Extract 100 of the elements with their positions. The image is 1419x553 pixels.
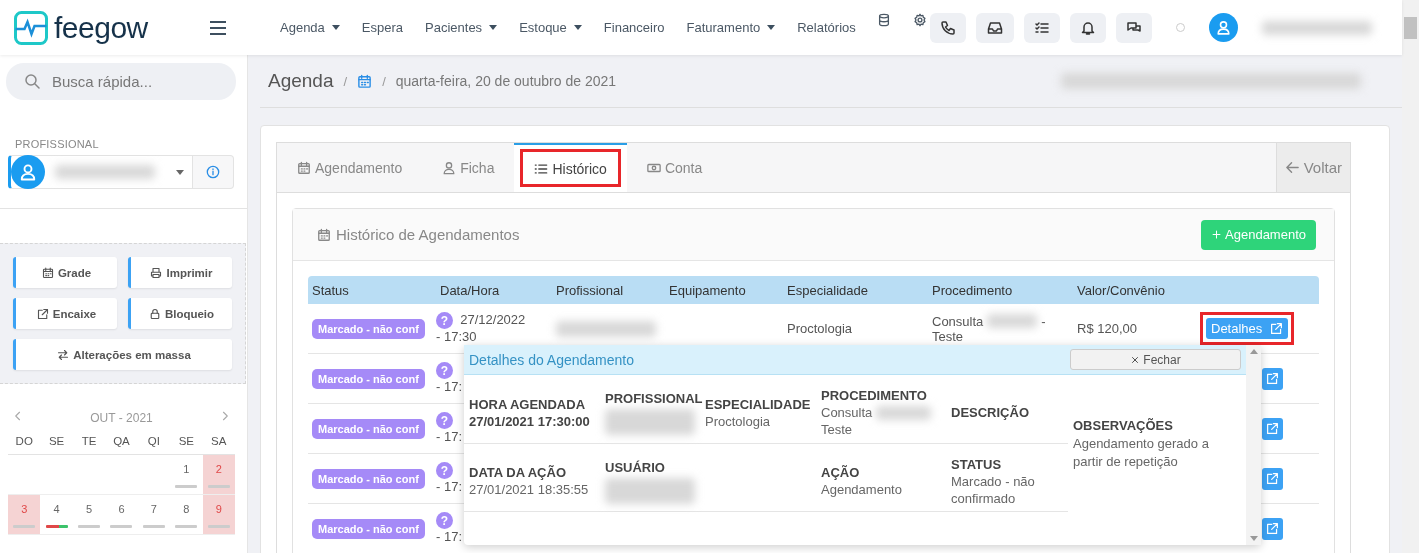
details-button[interactable]: [1262, 517, 1283, 540]
action-button[interactable]: Bloqueio: [128, 298, 232, 329]
field-value: Proctologia: [705, 412, 772, 430]
nav-item[interactable]: Faturamento: [675, 12, 787, 43]
table-cell: - 17:: [436, 429, 462, 446]
nav-item[interactable]: Relatórios: [786, 12, 867, 43]
field-label: PROFISSIONAL: [605, 390, 700, 408]
status-badge: Marcado - não conf: [312, 419, 425, 439]
month-label: OUT - 2021: [90, 410, 153, 425]
logo-icon: [14, 10, 48, 45]
help-icon: ?: [436, 362, 453, 380]
column-header: Profissional: [555, 282, 625, 298]
user-icon: [442, 160, 457, 175]
calendar-icon: [357, 73, 373, 89]
column-header: Procedimento: [931, 282, 1014, 298]
status-badge: Marcado - não conf: [312, 319, 425, 339]
action-button[interactable]: Grade: [13, 257, 117, 288]
field-value: Consulta: [821, 404, 873, 422]
settings-icon: [912, 12, 927, 27]
nav-item[interactable]: Estoque: [508, 12, 593, 43]
details-button[interactable]: [1262, 467, 1283, 490]
table-cell: 27/12/2022: [460, 311, 526, 327]
action-button[interactable]: Encaixe: [13, 298, 117, 329]
table-cell: - 17:: [436, 529, 462, 546]
field-value: 27/01/2021 17:30:00: [469, 412, 591, 430]
breadcrumb-separator: /: [382, 73, 386, 89]
field-value: Marcado - não confirmado: [951, 472, 1036, 507]
calendar-icon: [41, 266, 54, 279]
nav-item[interactable]: Pacientes: [414, 12, 509, 43]
details-button[interactable]: [1262, 367, 1283, 390]
caret-icon: [489, 25, 498, 30]
field-label: AÇÃO: [821, 464, 861, 482]
weekday-label: SE: [40, 435, 73, 455]
phone-button[interactable]: [930, 12, 966, 43]
field-label: PROCEDIMENTO: [821, 387, 928, 405]
weekday-label: QA: [105, 435, 138, 455]
status-badge: Marcado - não conf: [312, 469, 425, 489]
calendar-day[interactable]: 4: [40, 495, 73, 535]
weekday-label: DO: [8, 435, 41, 455]
day-bar: [175, 485, 198, 488]
plus-icon: [1211, 229, 1223, 240]
caret-icon: [176, 169, 184, 175]
list-icon: [534, 162, 549, 176]
table-cell: Consulta: [932, 313, 984, 329]
breadcrumb-date: quarta-feira, 20 de outubro de 2021: [395, 73, 617, 89]
scrollbar[interactable]: [1402, 0, 1419, 553]
day-bar: [175, 525, 198, 528]
professional-select[interactable]: [8, 155, 193, 189]
phone-icon: [940, 19, 956, 36]
calendar-day[interactable]: 6: [105, 495, 138, 535]
info-icon: [206, 165, 220, 179]
status-badge: Marcado - não conf: [312, 519, 425, 539]
bell-icon: [1080, 19, 1096, 36]
calendar-day[interactable]: 1: [170, 455, 203, 495]
scrollbar[interactable]: [1246, 345, 1261, 545]
section-label: PROFISSIONAL: [15, 138, 100, 150]
day-bar: [207, 525, 230, 528]
notification-button[interactable]: [1070, 12, 1106, 43]
tab[interactable]: Ficha: [422, 143, 515, 192]
lock-icon: [148, 307, 161, 320]
action-button[interactable]: Imprimir: [128, 257, 232, 288]
table-cell: - 17:: [436, 479, 462, 496]
nav-item[interactable]: Financeiro: [592, 12, 676, 43]
printer-icon: [150, 266, 163, 279]
avatar-icon[interactable]: [1209, 13, 1238, 42]
search-field[interactable]: Busca rápida...: [6, 63, 236, 100]
table-cell: Teste: [932, 328, 964, 344]
action-button[interactable]: Alterações em massa: [13, 339, 232, 370]
search-icon: [24, 73, 40, 89]
weekday-label: SE: [170, 435, 203, 455]
day-bar: [78, 525, 101, 528]
user-icon: [1215, 19, 1232, 36]
details-button[interactable]: [1262, 417, 1283, 440]
calendar-day[interactable]: 8: [170, 495, 203, 535]
field-label: HORA AGENDADA: [469, 395, 587, 413]
column-header: Especialidade: [786, 282, 869, 298]
tab[interactable]: Agendamento: [277, 143, 423, 192]
nav-item[interactable]: Espera: [350, 12, 415, 43]
blurred-area: [987, 314, 1038, 328]
table-cell: - 17:30: [436, 329, 477, 346]
calendar-day[interactable]: 5: [72, 495, 106, 535]
tab[interactable]: Conta: [626, 143, 723, 192]
close-button[interactable]: Fechar: [1070, 349, 1241, 370]
column-header: Equipamento: [668, 282, 747, 298]
info-button[interactable]: [193, 155, 234, 189]
calendar-day[interactable]: 7: [137, 495, 171, 535]
arrow-left-icon: [1284, 160, 1300, 175]
field-value: 27/01/2021 18:35:55: [469, 481, 590, 499]
checklist-button[interactable]: [1024, 12, 1060, 43]
help-icon: ?: [436, 312, 453, 330]
calendar-icon: [297, 160, 311, 175]
chat-button[interactable]: [1116, 12, 1152, 43]
inbox-button[interactable]: [976, 12, 1014, 43]
day-bar: [207, 485, 230, 488]
caret-icon: [767, 25, 776, 30]
nav-item[interactable]: Agenda: [269, 12, 351, 43]
menu-icon[interactable]: [210, 20, 226, 35]
user-icon: [18, 162, 38, 182]
column-header: Status: [311, 282, 350, 298]
tab[interactable]: Histórico: [514, 143, 627, 193]
